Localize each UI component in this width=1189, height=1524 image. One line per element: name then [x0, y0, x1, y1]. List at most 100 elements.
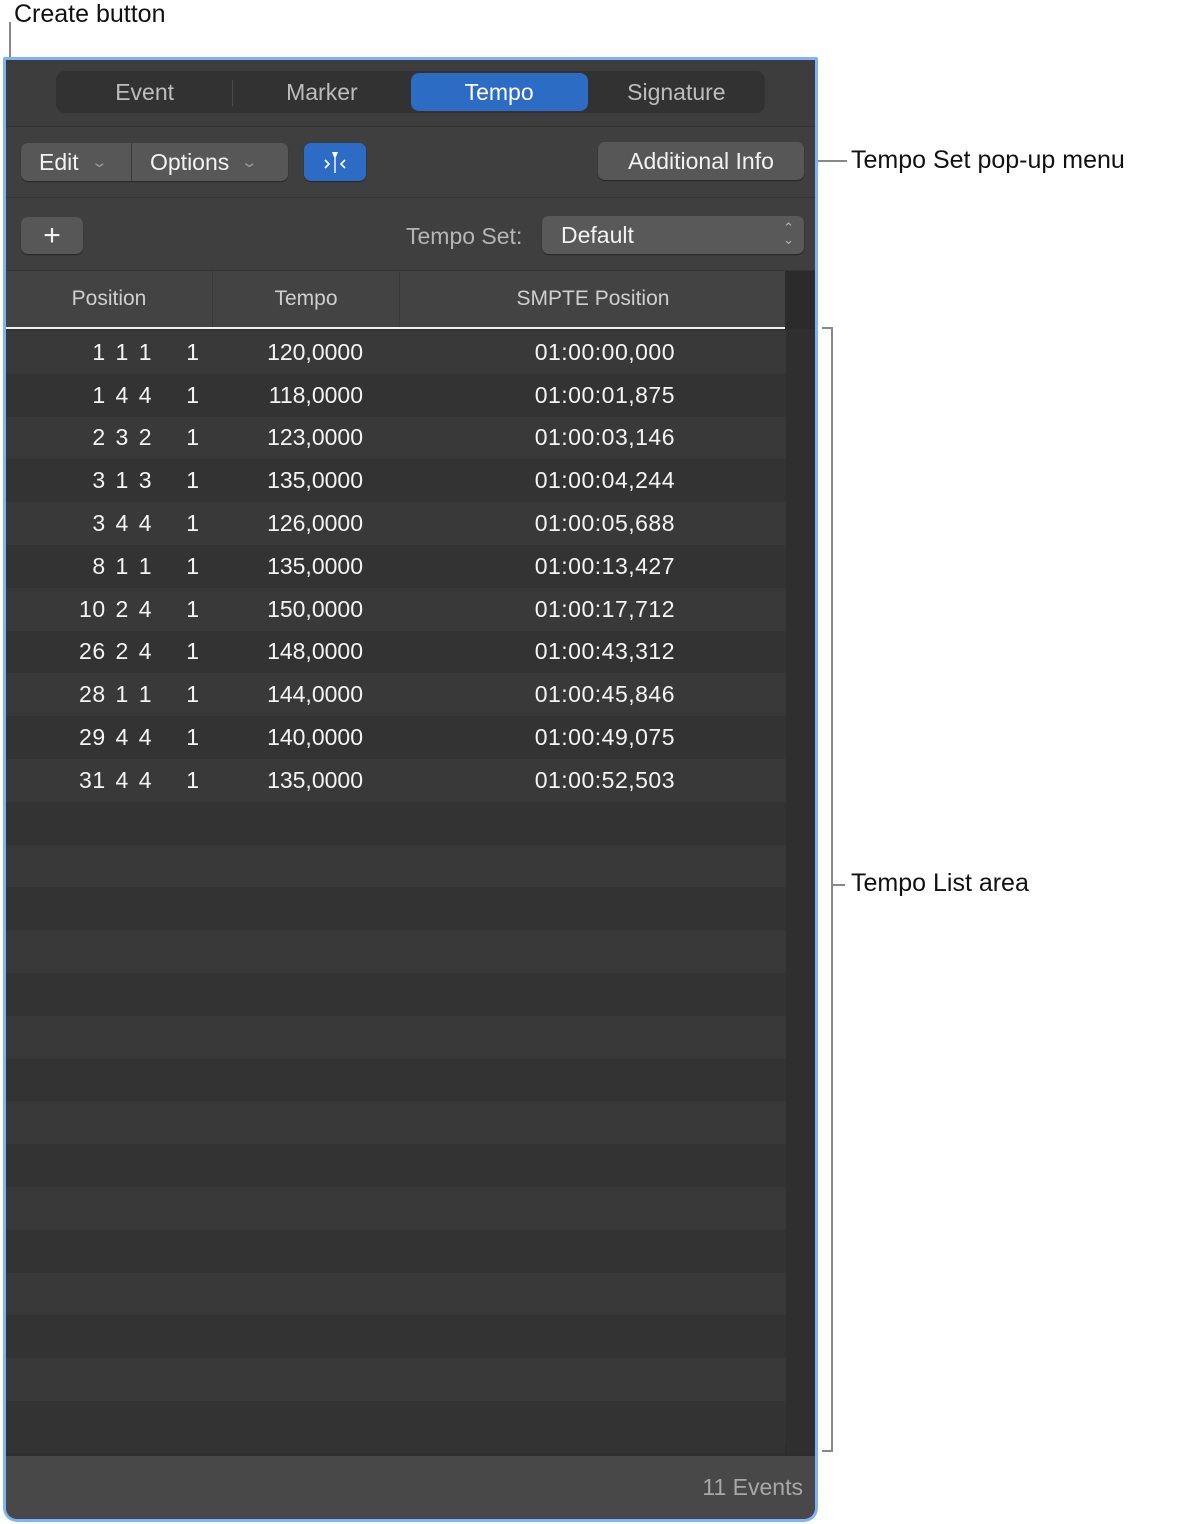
vertical-scrollbar[interactable]	[785, 271, 815, 1454]
cell-smpte-position: 01:00:01,875	[534, 381, 675, 408]
cell-position-unit: 1	[186, 724, 199, 751]
tab-label: Marker	[286, 78, 358, 105]
options-label: Options	[150, 148, 230, 175]
empty-row	[6, 1186, 786, 1230]
empty-row	[6, 801, 786, 845]
cell-position: 1 4 4	[92, 381, 152, 408]
tab-label: Signature	[627, 78, 726, 105]
column-header-tempo[interactable]: Tempo	[213, 271, 400, 327]
empty-row	[6, 1272, 786, 1316]
cell-position-unit: 1	[186, 338, 199, 365]
cell-tempo: 135,0000	[267, 552, 363, 579]
empty-row	[6, 1358, 786, 1401]
tab-label: Event	[115, 78, 175, 105]
tempo-list-area: Position Tempo SMPTE Position 1 1 1 1 120,…	[6, 271, 815, 1454]
tab-marker[interactable]: Marker	[233, 71, 410, 113]
list-tabs-bar: Event Marker Tempo Signature	[6, 60, 815, 127]
callout-create-button: Create button	[14, 0, 166, 28]
edit-menu-button[interactable]: Edit ⌄	[21, 143, 131, 181]
empty-row	[6, 1400, 786, 1444]
cell-tempo: 135,0000	[267, 467, 363, 494]
table-row[interactable]: 3 1 3 1 135,0000 01:00:04,244	[6, 459, 786, 503]
up-down-chevron-icon: ⌃ ⌄	[783, 220, 794, 247]
cell-position: 10 2 4	[79, 595, 152, 622]
options-menu-button[interactable]: Options ⌄	[132, 143, 288, 181]
cell-smpte-position: 01:00:43,312	[534, 638, 675, 665]
chevron-down-icon: ⌄	[90, 154, 108, 171]
cell-tempo: 126,0000	[267, 510, 363, 537]
edit-options-group: Edit ⌄ Options ⌄	[21, 143, 288, 181]
cell-tempo: 120,0000	[267, 338, 363, 365]
scrollbar-header-corner	[785, 271, 815, 329]
empty-row	[6, 1315, 786, 1359]
cell-position: 3 1 3	[92, 467, 152, 494]
cell-position-unit: 1	[186, 638, 199, 665]
cell-position-unit: 1	[186, 766, 199, 793]
table-row[interactable]: 3 4 4 1 126,0000 01:00:05,688	[6, 502, 786, 545]
column-header-position[interactable]: Position	[6, 271, 213, 327]
cell-position: 3 4 4	[92, 510, 152, 537]
cell-position: 2 3 2	[92, 424, 152, 451]
cell-smpte-position: 01:00:13,427	[534, 552, 675, 579]
callout-tempo-set-menu: Tempo Set pop-up menu	[851, 146, 1125, 174]
tab-label: Tempo	[464, 78, 534, 105]
cell-smpte-position: 01:00:05,688	[534, 510, 675, 537]
empty-row	[6, 1101, 786, 1145]
cell-position: 26 2 4	[79, 638, 152, 665]
cell-tempo: 150,0000	[267, 595, 363, 622]
additional-info-button[interactable]: Additional Info	[598, 142, 804, 180]
cell-position: 1 1 1	[92, 338, 152, 365]
callout-bracket-tick	[833, 884, 845, 886]
callout-tempo-list-area: Tempo List area	[851, 869, 1029, 897]
table-row[interactable]: 26 2 4 1 148,0000 01:00:43,312	[6, 630, 786, 674]
table-row[interactable]: 31 4 4 1 135,0000 01:00:52,503	[6, 758, 786, 802]
cell-tempo: 148,0000	[267, 638, 363, 665]
table-row[interactable]: 1 1 1 1 120,0000 01:00:00,000	[6, 331, 786, 374]
callout-bracket-bottom	[822, 1450, 832, 1452]
cell-position-unit: 1	[186, 510, 199, 537]
toolbar: Edit ⌄ Options ⌄ Additional Info	[6, 128, 815, 198]
table-header: Position Tempo SMPTE Position	[6, 271, 786, 329]
tab-signature[interactable]: Signature	[588, 71, 765, 113]
edit-label: Edit	[39, 148, 79, 175]
cell-tempo: 118,0000	[268, 381, 363, 408]
cell-smpte-position: 01:00:45,846	[534, 681, 675, 708]
footer-bar: 11 Events	[6, 1453, 815, 1519]
tab-tempo[interactable]: Tempo	[410, 73, 588, 111]
cell-tempo: 140,0000	[267, 724, 363, 751]
tab-event[interactable]: Event	[56, 71, 234, 113]
table-row[interactable]: 2 3 2 1 123,0000 01:00:03,146	[6, 416, 786, 460]
tempo-set-value: Default	[561, 221, 634, 248]
cell-smpte-position: 01:00:00,000	[534, 338, 675, 365]
empty-row	[6, 930, 786, 973]
cell-position-unit: 1	[186, 467, 199, 494]
table-row[interactable]: 1 4 4 1 118,0000 01:00:01,875	[6, 373, 786, 417]
cell-position-unit: 1	[186, 595, 199, 622]
column-header-smpte-position[interactable]: SMPTE Position	[400, 271, 786, 327]
catch-playhead-button[interactable]	[304, 143, 366, 181]
empty-row	[6, 844, 786, 888]
cell-position-unit: 1	[186, 381, 199, 408]
table-row[interactable]: 29 4 4 1 140,0000 01:00:49,075	[6, 716, 786, 759]
tempo-set-label: Tempo Set:	[406, 223, 523, 249]
cell-position: 28 1 1	[79, 681, 152, 708]
tab-segmented-control: Event Marker Tempo Signature	[56, 71, 765, 113]
tempo-rows: 1 1 1 1 120,0000 01:00:00,000 1 4 4 1 118,0000…	[6, 331, 786, 1444]
table-row[interactable]: 8 1 1 1 135,0000 01:00:13,427	[6, 544, 786, 588]
table-row[interactable]: 28 1 1 1 144,0000 01:00:45,846	[6, 673, 786, 717]
plus-icon: +	[43, 218, 61, 252]
create-button[interactable]: +	[21, 217, 83, 254]
events-count: 11 Events	[702, 1474, 803, 1500]
tempo-set-popup-menu[interactable]: Default ⌃ ⌄	[542, 216, 804, 254]
cell-position-unit: 1	[186, 681, 199, 708]
cell-position: 29 4 4	[79, 724, 152, 751]
cell-tempo: 144,0000	[267, 681, 363, 708]
cell-smpte-position: 01:00:04,244	[534, 467, 675, 494]
tempo-list-window: Event Marker Tempo Signature Edit ⌄ Options…	[3, 57, 818, 1522]
table-row[interactable]: 10 2 4 1 150,0000 01:00:17,712	[6, 587, 786, 631]
empty-row	[6, 1058, 786, 1102]
empty-row	[6, 1144, 786, 1187]
empty-row	[6, 972, 786, 1016]
cell-smpte-position: 01:00:03,146	[534, 424, 675, 451]
cell-smpte-position: 01:00:49,075	[534, 724, 675, 751]
